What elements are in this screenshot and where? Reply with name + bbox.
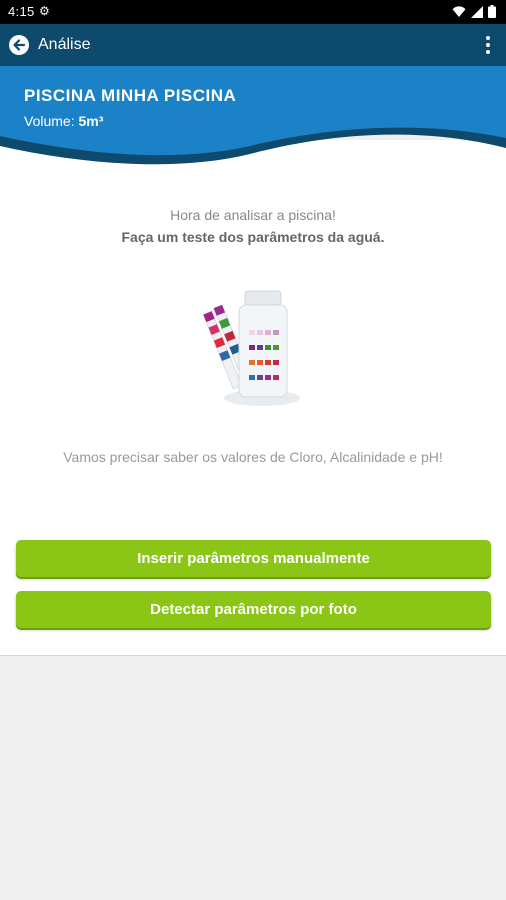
gear-icon: ⚙ [39,4,50,18]
pool-name: PISCINA MINHA PISCINA [24,86,237,105]
analysis-prompt: Hora de analisar a piscina! [170,207,336,223]
signal-icon [471,5,483,18]
app-bar: Análise [0,24,506,66]
status-icons [452,5,496,18]
status-bar: 4:15 ⚙ [0,0,506,24]
parameters-info: Vamos precisar saber os valores de Cloro… [63,449,443,465]
back-button[interactable] [9,35,29,55]
manual-input-button[interactable]: Inserir parâmetros manualmente [16,540,491,577]
photo-detect-button[interactable]: Detectar parâmetros por foto [16,591,491,628]
content-divider [0,655,506,656]
test-instruction: Faça um teste dos parâmetros da aguá. [121,229,385,245]
pool-volume: Volume: 5m³ [24,113,103,129]
status-time: 4:15 [8,4,35,19]
battery-icon [488,5,496,18]
more-vert-icon[interactable] [482,34,494,56]
test-strip-bottle-icon [202,290,300,406]
volume-label: Volume: [24,113,75,129]
arrow-left-icon [13,39,26,51]
wifi-icon [452,5,466,17]
page-title: Análise [38,36,91,53]
volume-value: 5m³ [78,113,104,129]
